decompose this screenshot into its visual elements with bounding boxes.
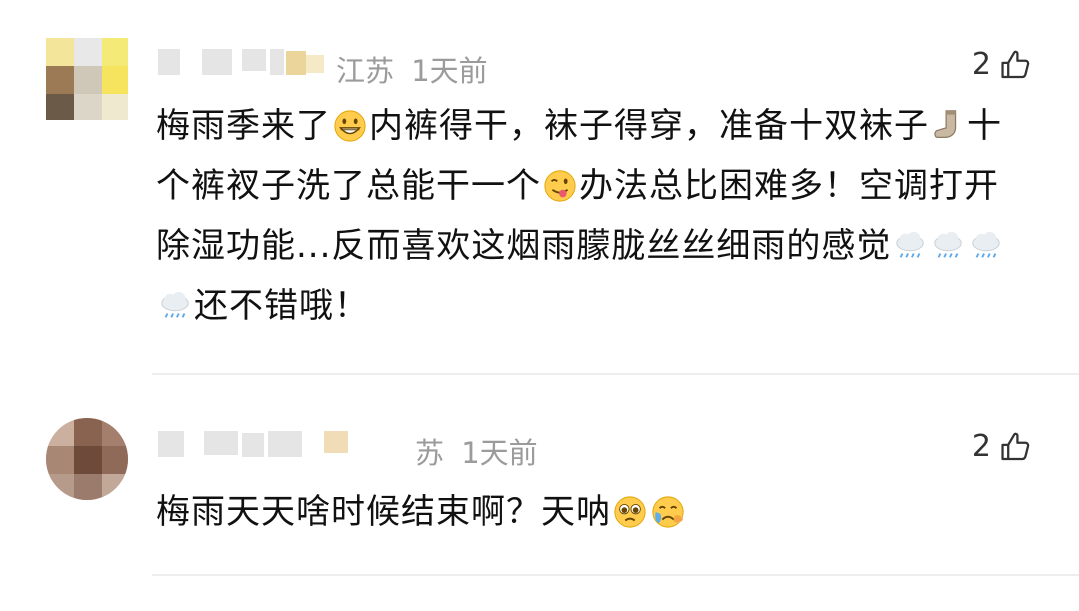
comment-meta: 苏 1天前 bbox=[415, 430, 538, 472]
divider bbox=[152, 373, 1079, 375]
location-label: 苏 bbox=[415, 436, 445, 470]
comment-text: 梅雨季来了 内裤得干，袜子得穿，准备十双袜子 十个裤衩子洗了总能干一个 办法总比困难多… bbox=[156, 106, 1002, 326]
like-count: 2 bbox=[971, 429, 991, 464]
username-blurred[interactable] bbox=[158, 45, 328, 81]
comment-text: 梅雨天天啥时候结束啊？天呐 bbox=[156, 482, 1026, 542]
winking-tongue-face-icon bbox=[544, 170, 576, 202]
location-label: 江苏 bbox=[336, 54, 395, 88]
username-blurred[interactable] bbox=[158, 427, 348, 463]
rain-cloud-icon bbox=[934, 231, 963, 258]
comment-item: 苏 1天前 2 梅雨天天啥时候结束啊？天呐 bbox=[0, 378, 1079, 583]
thumbs-up-icon[interactable] bbox=[999, 430, 1033, 464]
rain-cloud-icon bbox=[896, 231, 925, 258]
avatar[interactable] bbox=[46, 38, 128, 120]
rain-cloud-icon bbox=[972, 231, 1001, 258]
comment-item: 江苏 1天前 2 梅雨季来了 内裤得干，袜子得穿，准备十双袜子 十个裤衩子洗了总能干… bbox=[0, 0, 1079, 377]
grinning-face-icon bbox=[334, 110, 366, 142]
comment-meta: 江苏 1天前 bbox=[336, 48, 488, 90]
sock-icon bbox=[934, 110, 957, 138]
like-button[interactable]: 2 bbox=[972, 47, 1033, 82]
crying-face-icon bbox=[652, 496, 684, 528]
rain-cloud-icon bbox=[161, 291, 189, 318]
thumbs-up-icon[interactable] bbox=[999, 48, 1033, 82]
avatar[interactable] bbox=[46, 418, 128, 500]
like-count: 2 bbox=[971, 47, 991, 82]
time-label: 1天前 bbox=[461, 436, 538, 470]
like-button[interactable]: 2 bbox=[972, 429, 1033, 464]
time-label: 1天前 bbox=[411, 54, 488, 88]
pleading-face-icon bbox=[614, 496, 646, 528]
divider bbox=[152, 574, 1079, 576]
